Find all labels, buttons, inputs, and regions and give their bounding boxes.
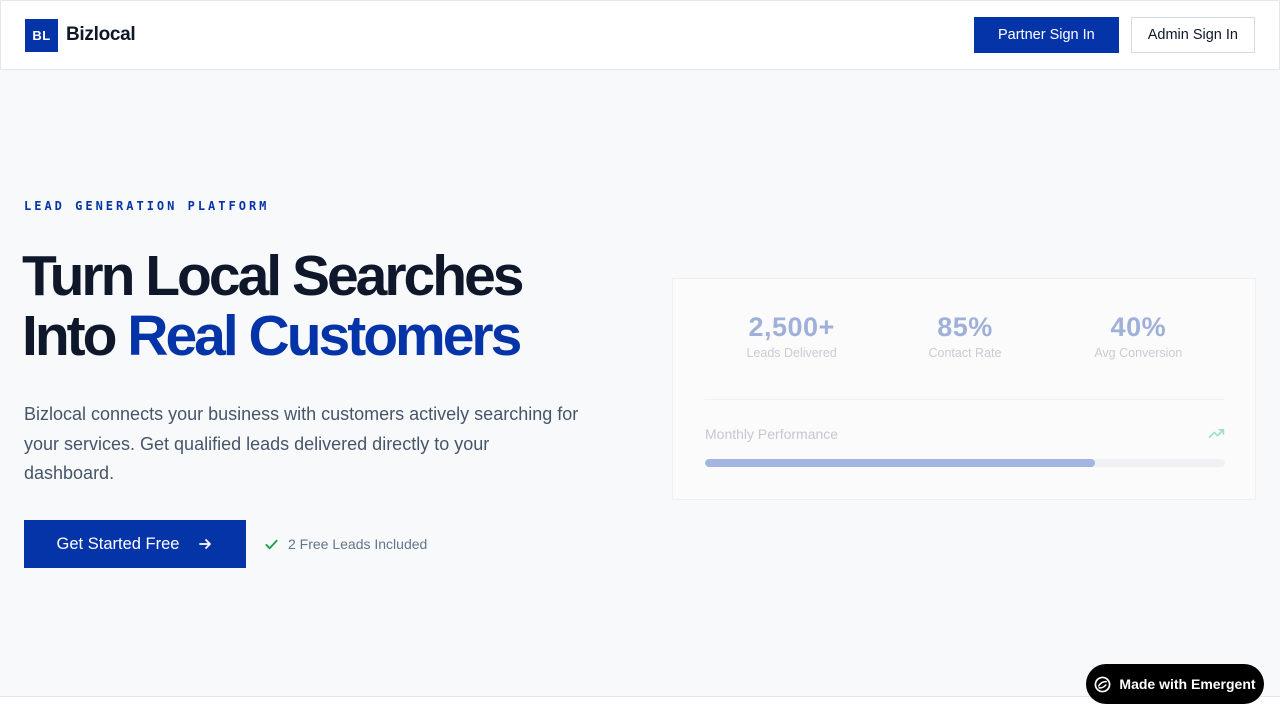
- brand-name: Bizlocal: [66, 24, 136, 45]
- stat-contact-rate: 85% Contact Rate: [878, 311, 1051, 360]
- stat-value: 40%: [1110, 312, 1167, 342]
- hero-eyebrow: LEAD GENERATION PLATFORM: [24, 199, 270, 213]
- arrow-right-icon: [197, 536, 213, 552]
- stat-value: 85%: [937, 312, 993, 342]
- headline-accent: Real Customers: [127, 304, 522, 368]
- performance-label: Monthly Performance: [705, 425, 839, 442]
- headline-line-2: Into: [22, 304, 128, 368]
- stat-leads-delivered: 2,500+ Leads Delivered: [705, 311, 878, 360]
- performance-row: Monthly Performance: [705, 425, 1225, 442]
- stats-divider: [705, 399, 1225, 400]
- stats-row: 2,500+ Leads Delivered 85% Contact Rate …: [705, 311, 1225, 360]
- cta-row: Get Started Free 2 Free Leads Included: [24, 520, 427, 568]
- hero-subtext: Bizlocal connects your business with cus…: [24, 404, 579, 483]
- brand[interactable]: BL Bizlocal: [25, 18, 136, 52]
- free-leads-note: 2 Free Leads Included: [264, 536, 427, 552]
- free-leads-label: 2 Free Leads Included: [288, 536, 428, 552]
- check-icon: [264, 537, 279, 552]
- partner-signin-button[interactable]: Partner Sign In: [973, 17, 1119, 53]
- stat-label: Contact Rate: [928, 346, 1002, 360]
- made-with-emergent-badge[interactable]: Made with Emergent: [1086, 664, 1264, 704]
- get-started-button[interactable]: Get Started Free: [24, 520, 246, 568]
- stats-card: 2,500+ Leads Delivered 85% Contact Rate …: [672, 278, 1256, 500]
- trending-up-icon: [1208, 425, 1225, 442]
- hero-headline: Turn Local Searches Into Real Customers: [22, 246, 622, 366]
- emergent-logo-icon: [1094, 676, 1111, 693]
- next-section-edge: [0, 697, 1280, 720]
- headline-line-1: Turn Local Searches: [22, 244, 524, 308]
- get-started-label: Get Started Free: [56, 534, 180, 553]
- stat-avg-conversion: 40% Avg Conversion: [1052, 311, 1225, 360]
- header-actions: Partner Sign In Admin Sign In: [973, 17, 1255, 53]
- stat-value: 2,500+: [748, 312, 835, 342]
- performance-progress-fill: [705, 459, 1095, 467]
- logo-mark: BL: [25, 18, 58, 52]
- admin-signin-button[interactable]: Admin Sign In: [1130, 17, 1255, 53]
- badge-label: Made with Emergent: [1119, 676, 1256, 692]
- top-nav: BL Bizlocal Partner Sign In Admin Sign I…: [0, 0, 1280, 70]
- stat-label: Leads Delivered: [746, 346, 837, 360]
- stat-label: Avg Conversion: [1094, 346, 1183, 360]
- performance-progress-track: [705, 459, 1225, 467]
